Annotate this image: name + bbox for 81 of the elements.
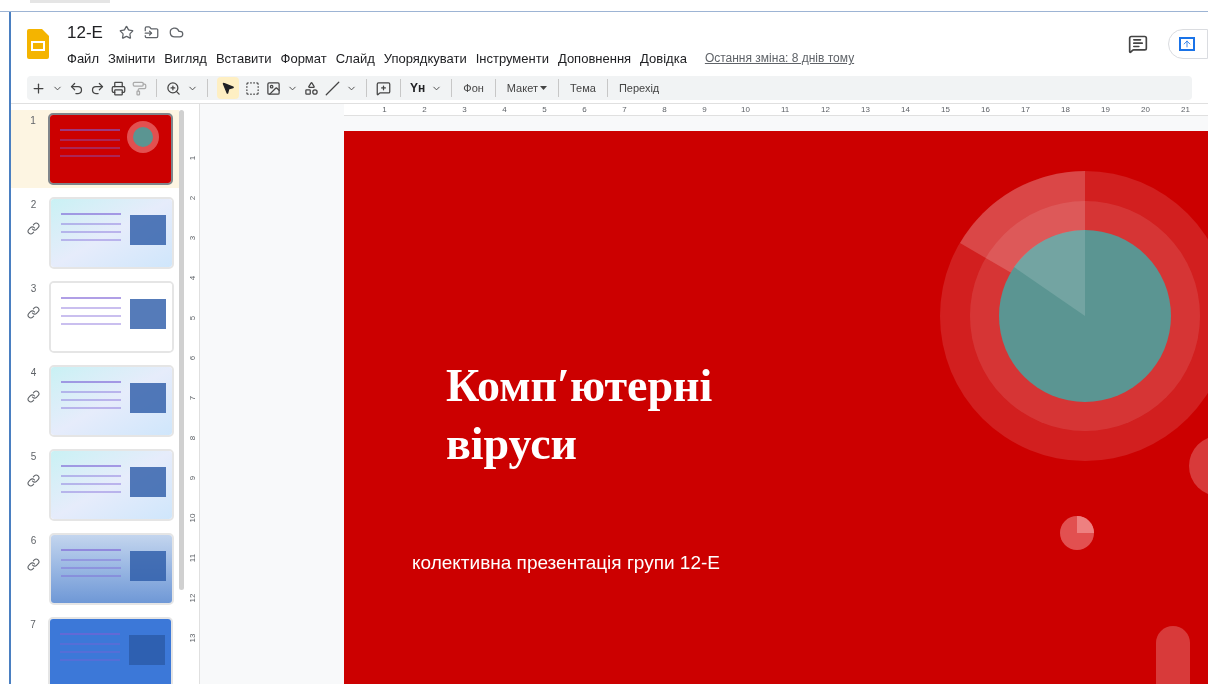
menu-item[interactable]: Доповнення	[557, 48, 632, 68]
caret-icon	[539, 86, 547, 90]
input-tools-button[interactable]: Yн	[410, 79, 426, 97]
slide-title: Комп′ютерні віруси	[446, 359, 714, 471]
ruler-number: 10	[741, 104, 748, 115]
ruler-number: 13	[861, 104, 868, 115]
toolbar-button[interactable]: Фон	[461, 79, 486, 97]
ruler-number: 3	[461, 104, 468, 115]
comments-icon[interactable]	[1128, 34, 1148, 54]
new-slide-icon[interactable]	[31, 80, 46, 96]
ruler-number: 1	[381, 104, 388, 115]
menu-item[interactable]: Формат	[280, 48, 327, 68]
ruler-number: 7	[187, 395, 199, 401]
slide-subtitle: колективна презентація групи 12-Е	[412, 551, 720, 575]
ruler-number: 17	[1021, 104, 1028, 115]
menu-item[interactable]: Інструменти	[475, 48, 549, 68]
document-title[interactable]: 12-E	[67, 20, 103, 46]
zoom-icon[interactable]	[166, 80, 181, 96]
cloud-icon[interactable]	[168, 25, 184, 41]
menu-item[interactable]: Упорядкувати	[383, 48, 467, 68]
star-icon[interactable]	[118, 25, 134, 41]
slide-number: 4	[30, 366, 37, 380]
select-tool[interactable]	[217, 77, 239, 99]
ruler-number: 12	[821, 104, 828, 115]
ruler-number: 20	[1141, 104, 1148, 115]
ruler-number: 9	[187, 475, 199, 481]
ruler-number: 9	[701, 104, 708, 115]
ruler-number: 8	[661, 104, 668, 115]
ruler-number: 14	[901, 104, 908, 115]
pointer-icon	[221, 81, 235, 95]
menu-item[interactable]: Вставити	[215, 48, 272, 68]
ruler-number: 6	[187, 355, 199, 361]
ruler-number: 3	[187, 235, 199, 241]
ruler-number: 2	[187, 195, 199, 201]
slide-number: 5	[30, 450, 37, 464]
slide-number: 2	[30, 198, 37, 212]
toolbar-button[interactable]: Тема	[567, 79, 598, 97]
ruler-number: 7	[621, 104, 628, 115]
menu-item[interactable]: Довідка	[640, 48, 687, 68]
shapes-icon[interactable]	[304, 80, 319, 96]
ruler-number: 18	[1061, 104, 1068, 115]
slide-number: 1	[30, 114, 36, 128]
add-comment-icon[interactable]	[376, 80, 391, 96]
ruler-number: 16	[981, 104, 988, 115]
ruler-number: 19	[1101, 104, 1108, 115]
ruler-number: 6	[581, 104, 588, 115]
ruler-number: 1	[187, 155, 199, 161]
redo-icon[interactable]	[90, 80, 105, 96]
ruler-number: 5	[541, 104, 548, 115]
slide-number: 6	[30, 534, 37, 548]
image-icon[interactable]	[266, 80, 281, 96]
menu-item[interactable]: Слайд	[335, 48, 375, 68]
ruler-number: 10	[187, 513, 199, 523]
menu-item[interactable]: Вигляд	[164, 48, 207, 68]
undo-icon[interactable]	[69, 80, 84, 96]
menu-item[interactable]: Змінити	[107, 48, 156, 68]
ruler-number: 12	[187, 593, 199, 603]
slide-number: 3	[30, 282, 37, 296]
ruler-number: 4	[187, 275, 199, 281]
ruler-number: 4	[501, 104, 508, 115]
last-edit-link[interactable]: Остання зміна: 8 днів тому	[704, 49, 855, 68]
ruler-number: 11	[781, 104, 788, 115]
scrollbar[interactable]	[179, 110, 184, 590]
upload-icon	[1182, 39, 1192, 49]
toolbar-button[interactable]: Макет	[504, 79, 549, 97]
move-folder-icon[interactable]	[143, 25, 159, 41]
ruler-number: 13	[187, 633, 199, 643]
ruler-number: 8	[187, 435, 199, 441]
slide-number: 7	[30, 618, 36, 632]
ruler-number: 11	[187, 553, 199, 563]
slide-row[interactable]: 1	[11, 110, 179, 188]
ruler-number: 21	[1181, 104, 1188, 115]
ruler-number: 2	[421, 104, 428, 115]
toolbar-button[interactable]: Перехід	[616, 79, 662, 97]
menu-item[interactable]: Файл	[67, 48, 99, 68]
ruler-number: 5	[187, 315, 199, 321]
text-box-icon[interactable]	[245, 80, 260, 96]
line-icon[interactable]	[325, 80, 340, 96]
small-circle-icon	[1060, 516, 1094, 550]
ruler-number: 15	[941, 104, 948, 115]
print-icon[interactable]	[111, 80, 126, 96]
